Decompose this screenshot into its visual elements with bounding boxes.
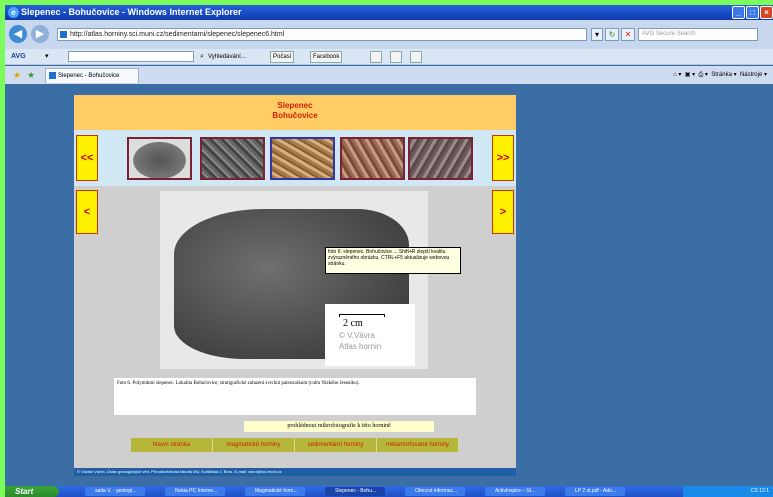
nav-first-button[interactable]: << — [76, 135, 98, 181]
back-button[interactable]: ◀ — [9, 25, 27, 43]
address-row: ◀ ▶ http://atlas.horniny.sci.muni.cz/sed… — [5, 20, 773, 49]
taskbar-item[interactable]: Magmatické horn... — [245, 487, 305, 496]
page-icon — [60, 31, 67, 38]
avg-brand: AVG — [11, 53, 26, 60]
dropdown-icon[interactable]: ▾ — [591, 28, 603, 41]
url-text: http://atlas.horniny.sci.muni.cz/sedimen… — [70, 31, 285, 38]
nav-last-button[interactable]: >> — [492, 135, 514, 181]
tab-page-icon — [49, 72, 56, 79]
tab-bar: ★ ★ Slepenec - Bohučovice ⌂ ▾ ▣ ▾ ⎙ ▾ St… — [5, 66, 773, 84]
toolbar-icon-3[interactable] — [410, 51, 422, 63]
tools-menu[interactable]: Nástroje — [740, 72, 762, 78]
scale-text: 2 cm — [343, 318, 363, 329]
microphoto-link[interactable]: prohlédnout mikrofotografie k této horni… — [244, 421, 434, 432]
avg-toolbar: AVG ▾ ⌕ Vyhledávání... Počasí Facebook — [5, 49, 773, 65]
avg-search-field[interactable] — [68, 51, 194, 62]
toolbar-icon-1[interactable] — [370, 51, 382, 63]
menu-metamorphic[interactable]: metamorfované horniny — [377, 438, 459, 452]
taskbar-item[interactable]: sada V. - geologi... — [85, 487, 145, 496]
print-icon[interactable]: ⎙ ▾ — [698, 72, 707, 78]
photo-area: < > 2 cm © V.Vávra Atlas hornin Foto 6. … — [74, 186, 516, 474]
thumbnail-2[interactable] — [200, 137, 265, 180]
browser-window: e Slepenec - Bohučovice - Windows Intern… — [5, 5, 773, 492]
ie-icon: e — [8, 7, 19, 18]
window-title: Slepenec - Bohučovice - Windows Internet… — [21, 7, 242, 17]
image-tooltip: foto 6: slepenec, Bohučovice ... Shift+R… — [325, 247, 461, 274]
weather-button[interactable]: Počasí — [270, 51, 295, 63]
scale-label: 2 cm © V.Vávra Atlas hornin — [325, 304, 415, 366]
home-icon[interactable]: ⌂ ▾ — [673, 72, 681, 78]
page-menu[interactable]: Stránka — [711, 72, 732, 78]
nav-next-button[interactable]: > — [492, 190, 514, 234]
thumbnail-4[interactable] — [340, 137, 405, 180]
menu-home[interactable]: hlavní stránka — [131, 438, 213, 452]
photo-caption: Foto 6. Polymiktní slepenec. Lokalita Bo… — [114, 378, 476, 415]
chevron-down-icon[interactable]: ▾ — [45, 49, 49, 65]
page-title: Slepenec — [277, 101, 313, 110]
minimize-button[interactable]: _ — [732, 6, 745, 19]
taskbar-item[interactable]: LP 2 st.pdf - Ado... — [565, 487, 625, 496]
rock-photo: 2 cm © V.Vávra Atlas hornin — [160, 191, 428, 369]
system-tray: CS 12:1 — [683, 486, 773, 497]
menu-sedimentary[interactable]: sedimentární horniny — [295, 438, 377, 452]
menu-igneous[interactable]: magmatické horniny — [213, 438, 295, 452]
command-bar: ⌂ ▾ ▣ ▾ ⎙ ▾ Stránka ▾ Nástroje ▾ — [673, 72, 767, 78]
thumbnail-3[interactable] — [270, 137, 335, 180]
thumbnail-1[interactable] — [127, 137, 192, 180]
taskbar-item[interactable]: Nokia PC Interne... — [165, 487, 225, 496]
page-header: Slepenec Bohučovice — [74, 95, 516, 130]
category-menu: hlavní stránka magmatické horniny sedime… — [131, 438, 459, 452]
start-button[interactable]: Start — [5, 486, 59, 497]
page-footer: © Václav Vávra, Ústav geologických věd, … — [74, 468, 516, 476]
refresh-icon[interactable]: ↻ — [605, 28, 619, 41]
favorites-star-icon[interactable]: ★ — [13, 66, 21, 84]
tab-label: Slepenec - Bohučovice — [58, 73, 120, 79]
avg-search-label[interactable]: Vyhledávání... — [208, 49, 246, 65]
taskbar-item[interactable]: Obecné informac... — [405, 487, 465, 496]
close-button[interactable]: × — [760, 6, 773, 19]
taskbar: Start sada V. - geologi... Nokia PC Inte… — [5, 486, 773, 497]
page-subtitle: Bohučovice — [272, 111, 318, 120]
add-favorite-icon[interactable]: ★ — [27, 66, 35, 84]
web-page: Slepenec Bohučovice << >> < > 2 cm © V.V… — [74, 95, 516, 476]
nav-prev-button[interactable]: < — [76, 190, 98, 234]
feeds-icon[interactable]: ▣ ▾ — [685, 72, 695, 78]
scale-bar — [339, 314, 385, 317]
thumbnail-strip: << >> — [74, 130, 516, 186]
toolbar-icon-2[interactable] — [390, 51, 402, 63]
search-input[interactable]: AVG Secure Search — [638, 28, 758, 41]
title-bar: e Slepenec - Bohučovice - Windows Intern… — [5, 5, 773, 20]
photo-credit-atlas: Atlas hornin — [339, 342, 382, 351]
facebook-button[interactable]: Facebook — [310, 51, 343, 63]
address-bar[interactable]: http://atlas.horniny.sci.muni.cz/sedimen… — [57, 28, 587, 41]
taskbar-item[interactable]: ActivInspire – St... — [485, 487, 545, 496]
forward-button[interactable]: ▶ — [31, 25, 49, 43]
search-icon[interactable]: ⌕ — [200, 49, 204, 65]
stop-icon[interactable]: ✕ — [621, 28, 635, 41]
tab-active[interactable]: Slepenec - Bohučovice — [45, 68, 139, 83]
maximize-button[interactable]: □ — [746, 6, 759, 19]
taskbar-item-active[interactable]: Slepenec - Bohu... — [325, 487, 385, 496]
thumbnail-5[interactable] — [408, 137, 473, 180]
photo-credit: © V.Vávra — [339, 331, 375, 340]
